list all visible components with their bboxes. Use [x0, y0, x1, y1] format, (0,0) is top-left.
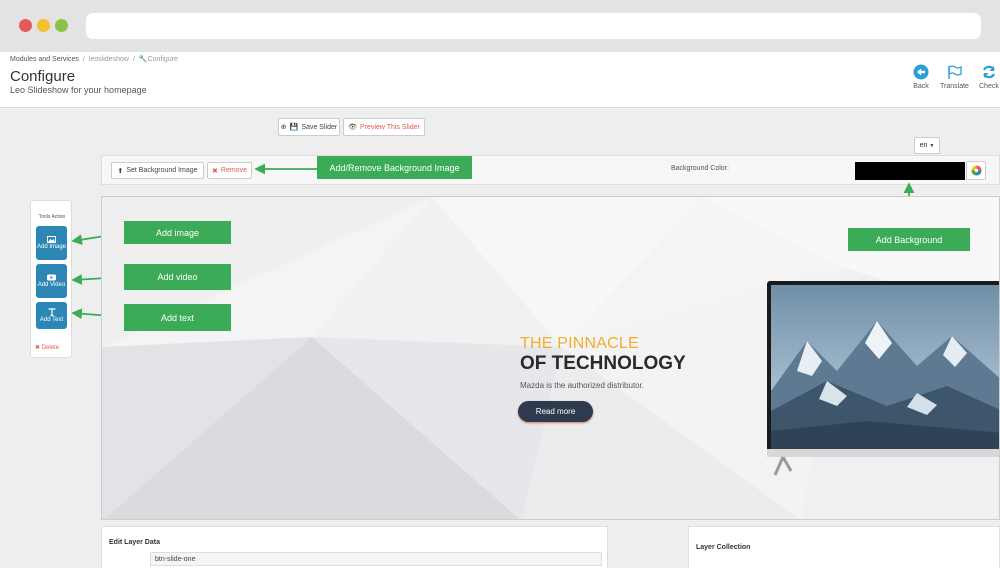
layer-collection-title: Layer Collection: [696, 544, 751, 551]
check-label: Check: [979, 83, 999, 90]
layer-class-input[interactable]: btn-slide-one: [150, 552, 602, 566]
breadcrumb-item-configure: Configure: [147, 56, 178, 63]
back-label: Back: [913, 83, 929, 90]
close-icon: ✖: [35, 345, 41, 351]
text-icon: [48, 307, 55, 316]
add-image-button[interactable]: Add Image: [36, 226, 67, 260]
breadcrumb-item-leoslideshow[interactable]: leoslideshow: [89, 56, 129, 63]
slide-heading-line2[interactable]: OF TECHNOLOGY: [520, 353, 686, 375]
add-image-label: Add Image: [36, 243, 67, 250]
page-title: Configure: [10, 68, 76, 85]
video-icon: [47, 274, 56, 280]
translate-button[interactable]: Translate: [940, 64, 969, 90]
annotation-add-remove-background: Add/Remove Background Image: [317, 156, 472, 179]
main-content: ⊕ 💾 Save Slider 👁 Preview This Slider en ▼ ⬆…: [0, 108, 1000, 568]
annotation-add-background: Add Background: [848, 228, 970, 251]
breadcrumb: Modules and Services / leoslideshow / 🔧Confi…: [10, 56, 178, 63]
annotation-add-video: Add video: [124, 264, 231, 290]
page-subtitle: Leo Slideshow for your homepage: [10, 85, 147, 95]
address-bar[interactable]: [86, 13, 981, 39]
slide-tagline[interactable]: Mazda is the authorized distributor.: [520, 381, 644, 390]
edit-layer-title: Edit Layer Data: [109, 539, 160, 546]
tv-image[interactable]: [767, 281, 1000, 477]
layer-collection-panel: Layer Collection: [688, 526, 1000, 568]
add-video-button[interactable]: Add Video: [36, 264, 67, 298]
slide-heading-line1[interactable]: THE PINNACLE: [520, 335, 639, 353]
breadcrumb-item-modules[interactable]: Modules and Services: [10, 56, 79, 63]
back-button[interactable]: Back: [913, 64, 929, 90]
tools-action-panel: Tools Action Add Image Add Video Add Tex…: [30, 200, 72, 358]
image-icon: [47, 235, 56, 243]
page-header: Modules and Services / leoslideshow / 🔧Confi…: [0, 52, 1000, 108]
back-arrow-icon: [913, 64, 929, 80]
tools-action-title: Tools Action: [38, 214, 66, 220]
flag-icon: [948, 65, 963, 79]
check-button[interactable]: Check: [979, 64, 999, 90]
translate-label: Translate: [940, 83, 969, 90]
read-more-button[interactable]: Read more: [518, 401, 593, 422]
annotation-add-image: Add image: [124, 221, 231, 244]
minimize-window-dot[interactable]: [37, 19, 50, 32]
delete-label: Delete: [41, 345, 60, 351]
annotation-add-text: Add text: [124, 304, 231, 331]
wrench-icon: 🔧: [138, 56, 148, 63]
browser-chrome: [0, 0, 1000, 52]
maximize-window-dot[interactable]: [55, 19, 68, 32]
add-text-label: Add Text: [39, 316, 64, 323]
edit-layer-panel: Edit Layer Data btn-slide-one: [101, 526, 608, 568]
add-video-label: Add Video: [37, 281, 66, 288]
add-text-button[interactable]: Add Text: [36, 302, 67, 329]
refresh-icon: [982, 65, 995, 79]
close-window-dot[interactable]: [19, 19, 32, 32]
delete-button[interactable]: ✖ Delete: [35, 344, 59, 351]
